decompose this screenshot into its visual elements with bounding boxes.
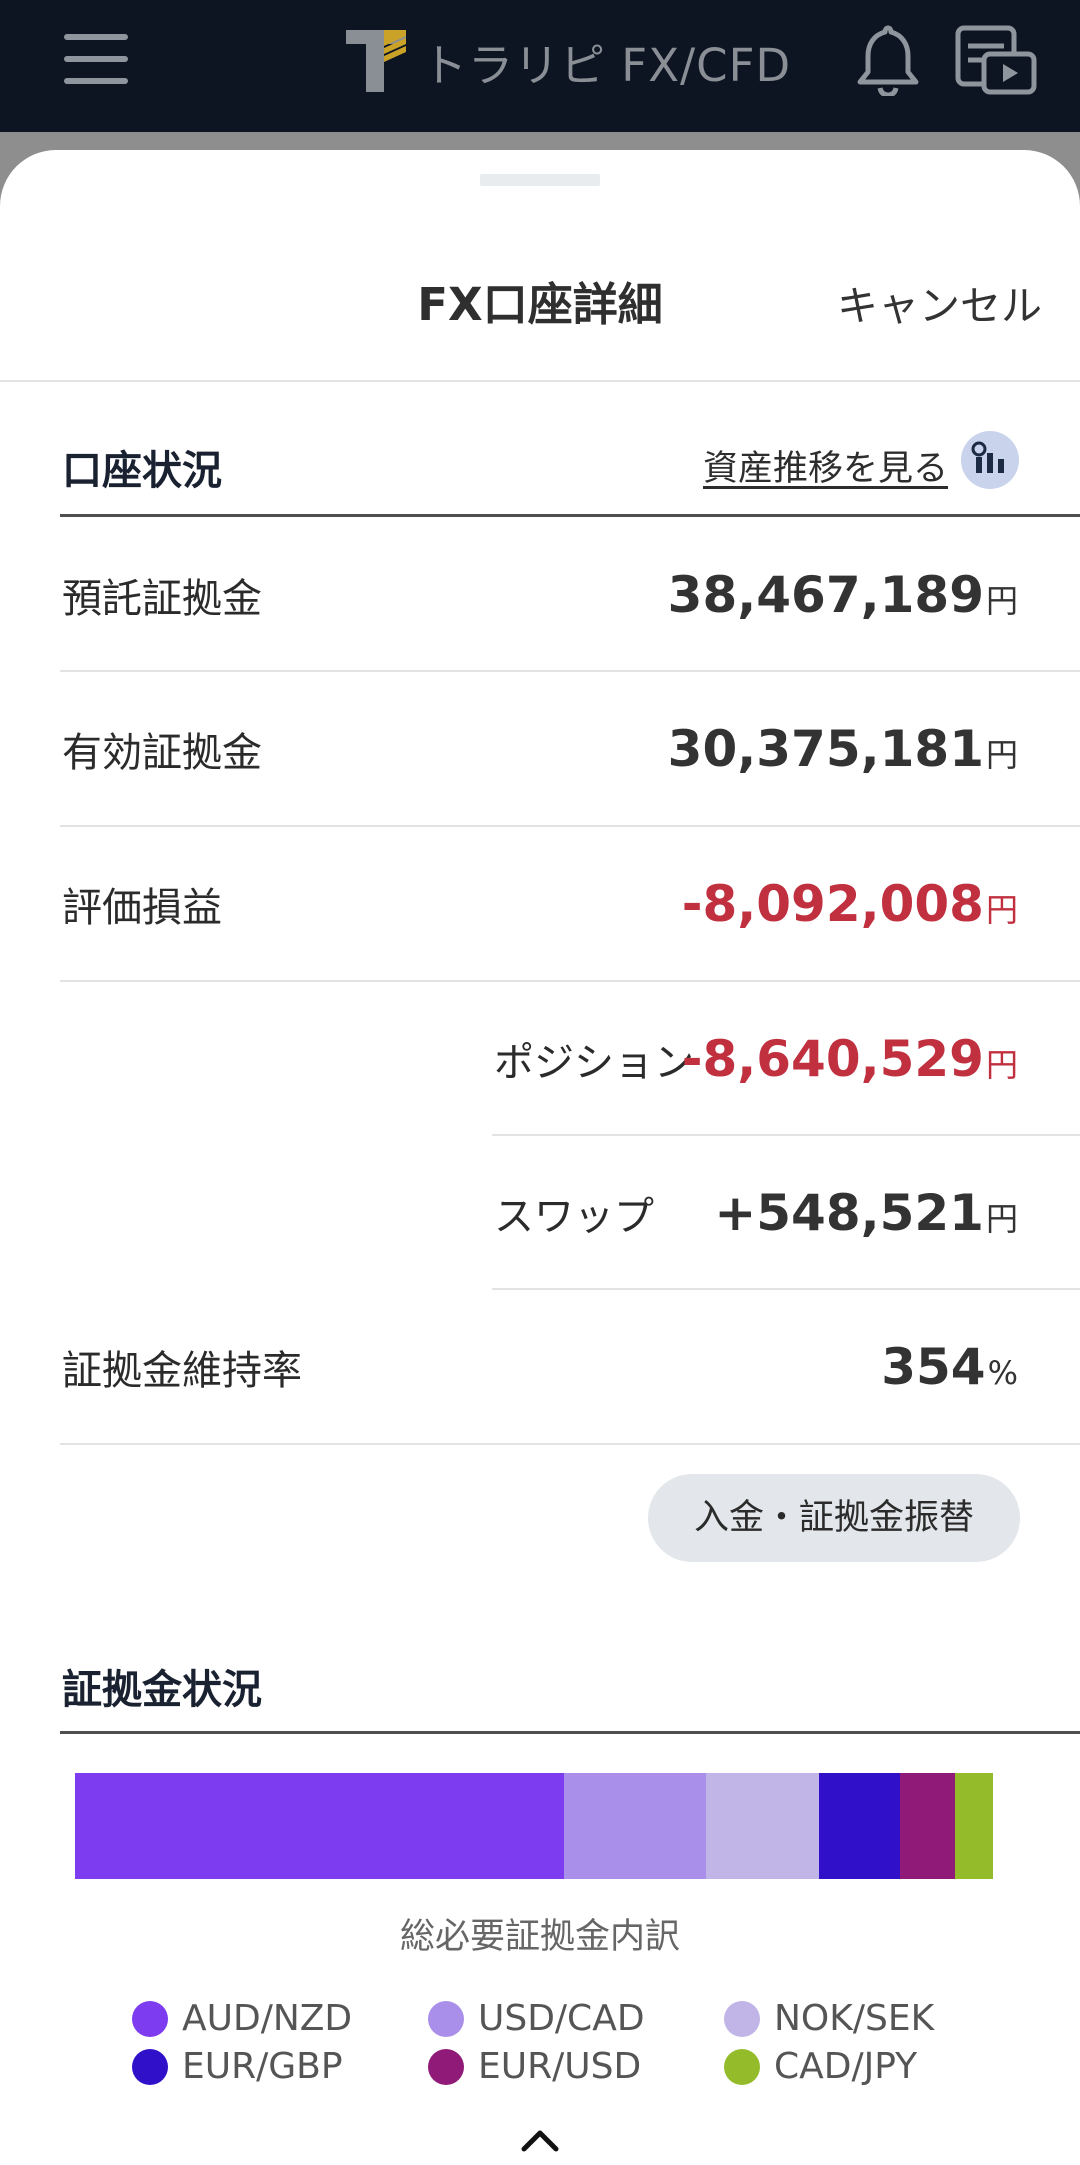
app-bar: トラリピ FX/CFD — [0, 0, 1080, 132]
legend-item: USD/CAD — [428, 1998, 645, 2039]
breakdown-segment-eur-gbp — [818, 1773, 901, 1879]
logo-text: トラリピ FX/CFD — [422, 38, 792, 92]
row-deposited-margin: 預託証拠金 38,467,189円 — [60, 518, 1020, 672]
logo-mark-icon — [346, 30, 406, 92]
cancel-button[interactable]: キャンセル — [837, 272, 1042, 332]
row-divider — [60, 1443, 1080, 1445]
breakdown-segment-aud-nzd — [75, 1773, 565, 1879]
row-label: 有効証拠金 — [62, 730, 262, 776]
account-status-rule — [60, 514, 1080, 517]
breakdown-caption: 総必要証拠金内訳 — [399, 1917, 680, 1957]
legend-color-dot — [428, 2000, 464, 2037]
legend-color-dot — [132, 2048, 168, 2085]
row-position-pl: ポジション -8,640,529円 — [60, 982, 1020, 1136]
legend-color-dot — [724, 2000, 760, 2037]
video-list-icon[interactable] — [954, 24, 1038, 96]
legend-label: NOK/SEK — [774, 1998, 935, 2039]
sheet-drag-handle[interactable] — [480, 174, 600, 186]
bar-chart-icon[interactable] — [961, 431, 1019, 489]
legend-label: EUR/GBP — [182, 2046, 343, 2087]
row-label: スワップ — [494, 1194, 654, 1240]
hamburger-menu-icon[interactable] — [64, 34, 128, 84]
account-status-title: 口座状況 — [62, 448, 222, 494]
row-label: ポジション — [494, 1040, 694, 1086]
row-effective-margin: 有効証拠金 30,375,181円 — [60, 672, 1020, 826]
asset-history-link[interactable]: 資産推移を見る — [703, 440, 948, 491]
breakdown-segment-nok-sek — [705, 1773, 819, 1879]
breakdown-segment-usd-cad — [564, 1773, 706, 1879]
row-value: -8,092,008円 — [681, 875, 1018, 933]
row-label: 預託証拠金 — [62, 576, 262, 622]
row-label: 証拠金維持率 — [62, 1348, 302, 1394]
legend-item: EUR/GBP — [132, 2046, 343, 2087]
margin-breakdown-bar — [75, 1773, 993, 1879]
deposit-transfer-button[interactable]: 入金・証拠金振替 — [648, 1474, 1020, 1562]
row-value: +548,521円 — [714, 1184, 1018, 1242]
app-logo: トラリピ FX/CFD — [346, 26, 791, 96]
header-divider — [0, 380, 1080, 382]
legend-color-dot — [132, 2000, 168, 2037]
row-value: 38,467,189円 — [667, 566, 1018, 624]
legend-item: AUD/NZD — [132, 1998, 352, 2039]
margin-status-title: 証拠金状況 — [62, 1667, 262, 1713]
legend-item: NOK/SEK — [724, 1998, 934, 2039]
legend-label: EUR/USD — [478, 2046, 642, 2087]
legend-item: CAD/JPY — [724, 2046, 917, 2087]
margin-status-rule — [60, 1731, 1080, 1734]
row-value: 354% — [881, 1338, 1018, 1396]
legend-label: CAD/JPY — [774, 2046, 918, 2087]
breakdown-segment-cad-jpy — [955, 1773, 993, 1879]
row-swap: スワップ +548,521円 — [60, 1136, 1020, 1290]
row-value: -8,640,529円 — [681, 1030, 1018, 1088]
row-value: 30,375,181円 — [667, 720, 1018, 778]
row-label: 評価損益 — [62, 885, 222, 931]
legend-label: USD/CAD — [478, 1998, 645, 2039]
chevron-up-icon[interactable] — [520, 2125, 560, 2155]
legend-color-dot — [428, 2048, 464, 2085]
legend-item: EUR/USD — [428, 2046, 641, 2087]
bell-icon[interactable] — [856, 24, 920, 96]
legend-color-dot — [724, 2048, 760, 2085]
row-unrealized-pl: 評価損益 -8,092,008円 — [60, 827, 1020, 981]
legend-label: AUD/NZD — [182, 1998, 353, 2039]
breakdown-segment-eur-usd — [900, 1773, 956, 1879]
row-margin-ratio: 証拠金維持率 354% — [60, 1290, 1020, 1444]
